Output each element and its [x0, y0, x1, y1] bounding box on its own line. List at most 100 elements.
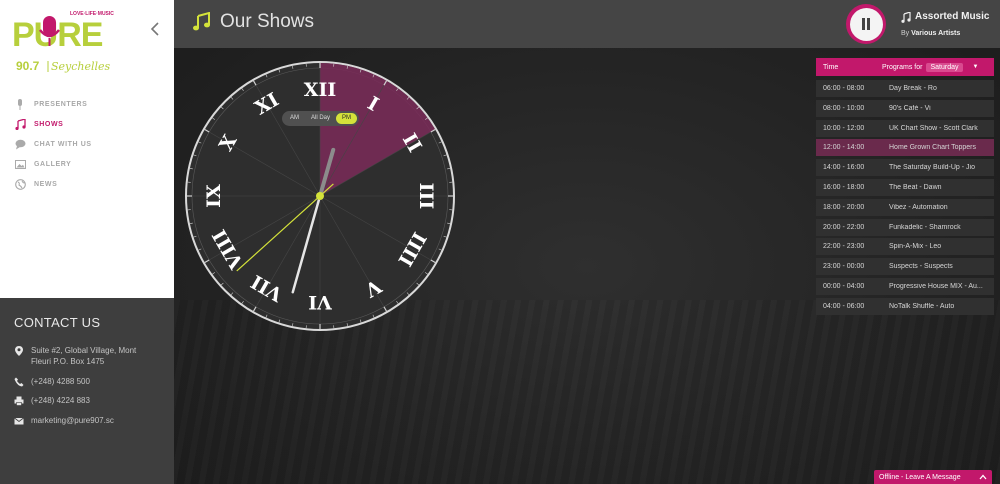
clock-center: [316, 192, 324, 200]
contact-email[interactable]: marketing@pure907.sc: [14, 415, 149, 426]
contact-fax: (+248) 4224 883: [14, 395, 149, 406]
row-time: 14:00 - 16:00: [823, 164, 865, 172]
logo-location: Seychelles: [51, 60, 111, 73]
nav-label: CHAT WITH US: [34, 140, 92, 148]
row-time: 00:00 - 04:00: [823, 282, 865, 290]
nav-item-gallery[interactable]: GALLERY: [14, 154, 92, 174]
row-program: The Beat - Dawn: [889, 183, 942, 191]
row-program: NoTalk Shuffle - Auto: [889, 302, 955, 310]
gallery-icon: [14, 158, 26, 170]
globe-icon: [14, 178, 26, 190]
schedule-row[interactable]: 12:00 - 14:00 Home Grown Chart Toppers: [816, 139, 994, 157]
schedule-row[interactable]: 14:00 - 16:00 The Saturday Build-Up - Jio: [816, 159, 994, 177]
nav-item-shows[interactable]: SHOWS: [14, 114, 92, 134]
phone-icon: [14, 377, 24, 387]
play-pause-button[interactable]: [846, 4, 886, 44]
column-header-programs: Programs for: [882, 63, 923, 71]
schedule-row[interactable]: 06:00 - 08:00 Day Break - Ro: [816, 80, 994, 97]
now-playing-artist-name: Various Artists: [911, 30, 961, 37]
schedule-header: Time Programs for Saturday ▼: [816, 58, 994, 76]
printer-icon: [14, 396, 24, 406]
map-pin-icon: [15, 346, 23, 356]
row-program: Vibez - Automation: [889, 203, 948, 211]
nav-label: GALLERY: [34, 160, 72, 168]
contact-address: Suite #2, Global Village, Mont Fleuri P.…: [14, 345, 149, 367]
hour-numeral: XII: [304, 79, 337, 101]
row-program: Progressive House MIX - Au...: [889, 282, 983, 290]
collapse-sidebar-button[interactable]: [148, 20, 162, 38]
row-time: 22:00 - 23:00: [823, 243, 865, 251]
page-header: Our Shows Assorted Music By Various Arti…: [174, 0, 1000, 48]
row-time: 04:00 - 06:00: [823, 302, 865, 310]
main-content: Our Shows Assorted Music By Various Arti…: [174, 0, 1000, 484]
hour-numeral: IX: [203, 184, 225, 208]
microphone-icon: [14, 98, 26, 110]
envelope-icon: [14, 417, 24, 425]
contact-title: CONTACT US: [14, 315, 101, 330]
row-time: 23:00 - 00:00: [823, 263, 865, 271]
day-selector[interactable]: Programs for Saturday ▼: [882, 62, 994, 72]
schedule-row[interactable]: 20:00 - 22:00 Funkadelic - Shamrock: [816, 218, 994, 236]
row-program: Day Break - Ro: [889, 85, 937, 92]
chevron-up-icon: [979, 474, 987, 480]
chat-label: Offline - Leave A Message: [879, 473, 961, 481]
schedule-row[interactable]: 04:00 - 06:00 NoTalk Shuffle - Auto: [816, 297, 994, 315]
address-text: Suite #2, Global Village, Mont Fleuri P.…: [31, 346, 137, 366]
now-playing-artist: By Various Artists: [901, 30, 960, 37]
pure-logo[interactable]: LOVE·LIFE·MUSIC PURE 90.7 Seychelles: [12, 8, 127, 78]
pause-icon: [862, 18, 870, 30]
row-time: 16:00 - 18:00: [823, 183, 865, 191]
sidebar: LOVE·LIFE·MUSIC PURE 90.7 Seychelles PRE…: [0, 0, 174, 484]
nav-item-chat[interactable]: CHAT WITH US: [14, 134, 92, 154]
schedule-row[interactable]: 22:00 - 23:00 Spin-A-Mix - Leo: [816, 238, 994, 256]
hour-numeral: III: [415, 183, 437, 210]
hour-numeral: VI: [308, 291, 333, 313]
row-time: 06:00 - 08:00: [823, 85, 865, 92]
fax-text: (+248) 4224 883: [31, 396, 90, 405]
schedule-row[interactable]: 10:00 - 12:00 UK Chart Show - Scott Clark: [816, 119, 994, 137]
main-nav: PRESENTERS SHOWS CHAT WITH US GALLERY NE…: [14, 94, 92, 194]
selected-day: Saturday: [926, 62, 963, 72]
contact-phone[interactable]: (+248) 4288 500: [14, 376, 149, 387]
offline-chat-button[interactable]: Offline - Leave A Message: [874, 470, 992, 484]
nav-item-presenters[interactable]: PRESENTERS: [14, 94, 92, 114]
nav-label: PRESENTERS: [34, 100, 88, 108]
row-program: 90's Café - Vi: [889, 104, 931, 112]
row-program: Spin-A-Mix - Leo: [889, 243, 942, 251]
column-header-time: Time: [823, 63, 839, 71]
nav-item-news[interactable]: NEWS: [14, 174, 92, 194]
music-note-icon: [901, 12, 911, 23]
row-program: Home Grown Chart Toppers: [889, 144, 977, 152]
schedule-rows: 06:00 - 08:00 Day Break - Ro 08:00 - 10:00…: [816, 80, 994, 315]
toggle-am[interactable]: AM: [284, 113, 305, 124]
chat-icon: [14, 138, 26, 150]
nav-label: NEWS: [34, 180, 58, 188]
player-button-face: [849, 7, 883, 41]
schedule-table: Time Programs for Saturday ▼ 06:00 - 08:…: [816, 58, 994, 315]
caret-down-icon: ▼: [972, 64, 979, 70]
row-program: UK Chart Show - Scott Clark: [889, 124, 978, 132]
row-time: 20:00 - 22:00: [823, 223, 865, 231]
toggle-all-day[interactable]: All Day: [305, 113, 336, 124]
row-program: Funkadelic - Shamrock: [889, 223, 961, 231]
row-program: Suspects - Suspects: [889, 263, 953, 271]
logo-brand: PURE: [12, 16, 103, 54]
schedule-clock[interactable]: XIIIIIIIIIIIIVVIVIIVIIIIXXXI: [184, 60, 456, 332]
row-program: The Saturday Build-Up - Jio: [889, 164, 975, 172]
sidebar-panel: LOVE·LIFE·MUSIC PURE 90.7 Seychelles PRE…: [0, 0, 174, 298]
schedule-row[interactable]: 16:00 - 18:00 The Beat - Dawn: [816, 178, 994, 196]
nav-label: SHOWS: [34, 120, 64, 128]
page-title: Our Shows: [220, 11, 314, 32]
schedule-row[interactable]: 08:00 - 10:00 90's Café - Vi: [816, 99, 994, 117]
row-time: 08:00 - 10:00: [823, 104, 865, 112]
phone-text[interactable]: (+248) 4288 500: [31, 376, 149, 387]
toggle-pm[interactable]: PM: [336, 113, 358, 124]
schedule-row[interactable]: 00:00 - 04:00 Progressive House MIX - Au.…: [816, 277, 994, 295]
logo-frequency: 90.7: [16, 59, 40, 73]
email-text[interactable]: marketing@pure907.sc: [31, 415, 149, 426]
schedule-row[interactable]: 18:00 - 20:00 Vibez - Automation: [816, 198, 994, 216]
schedule-row[interactable]: 23:00 - 00:00 Suspects - Suspects: [816, 258, 994, 276]
row-time: 10:00 - 12:00: [823, 124, 865, 132]
now-playing-title: Assorted Music: [915, 11, 990, 22]
contact-panel: CONTACT US Suite #2, Global Village, Mon…: [0, 298, 174, 484]
